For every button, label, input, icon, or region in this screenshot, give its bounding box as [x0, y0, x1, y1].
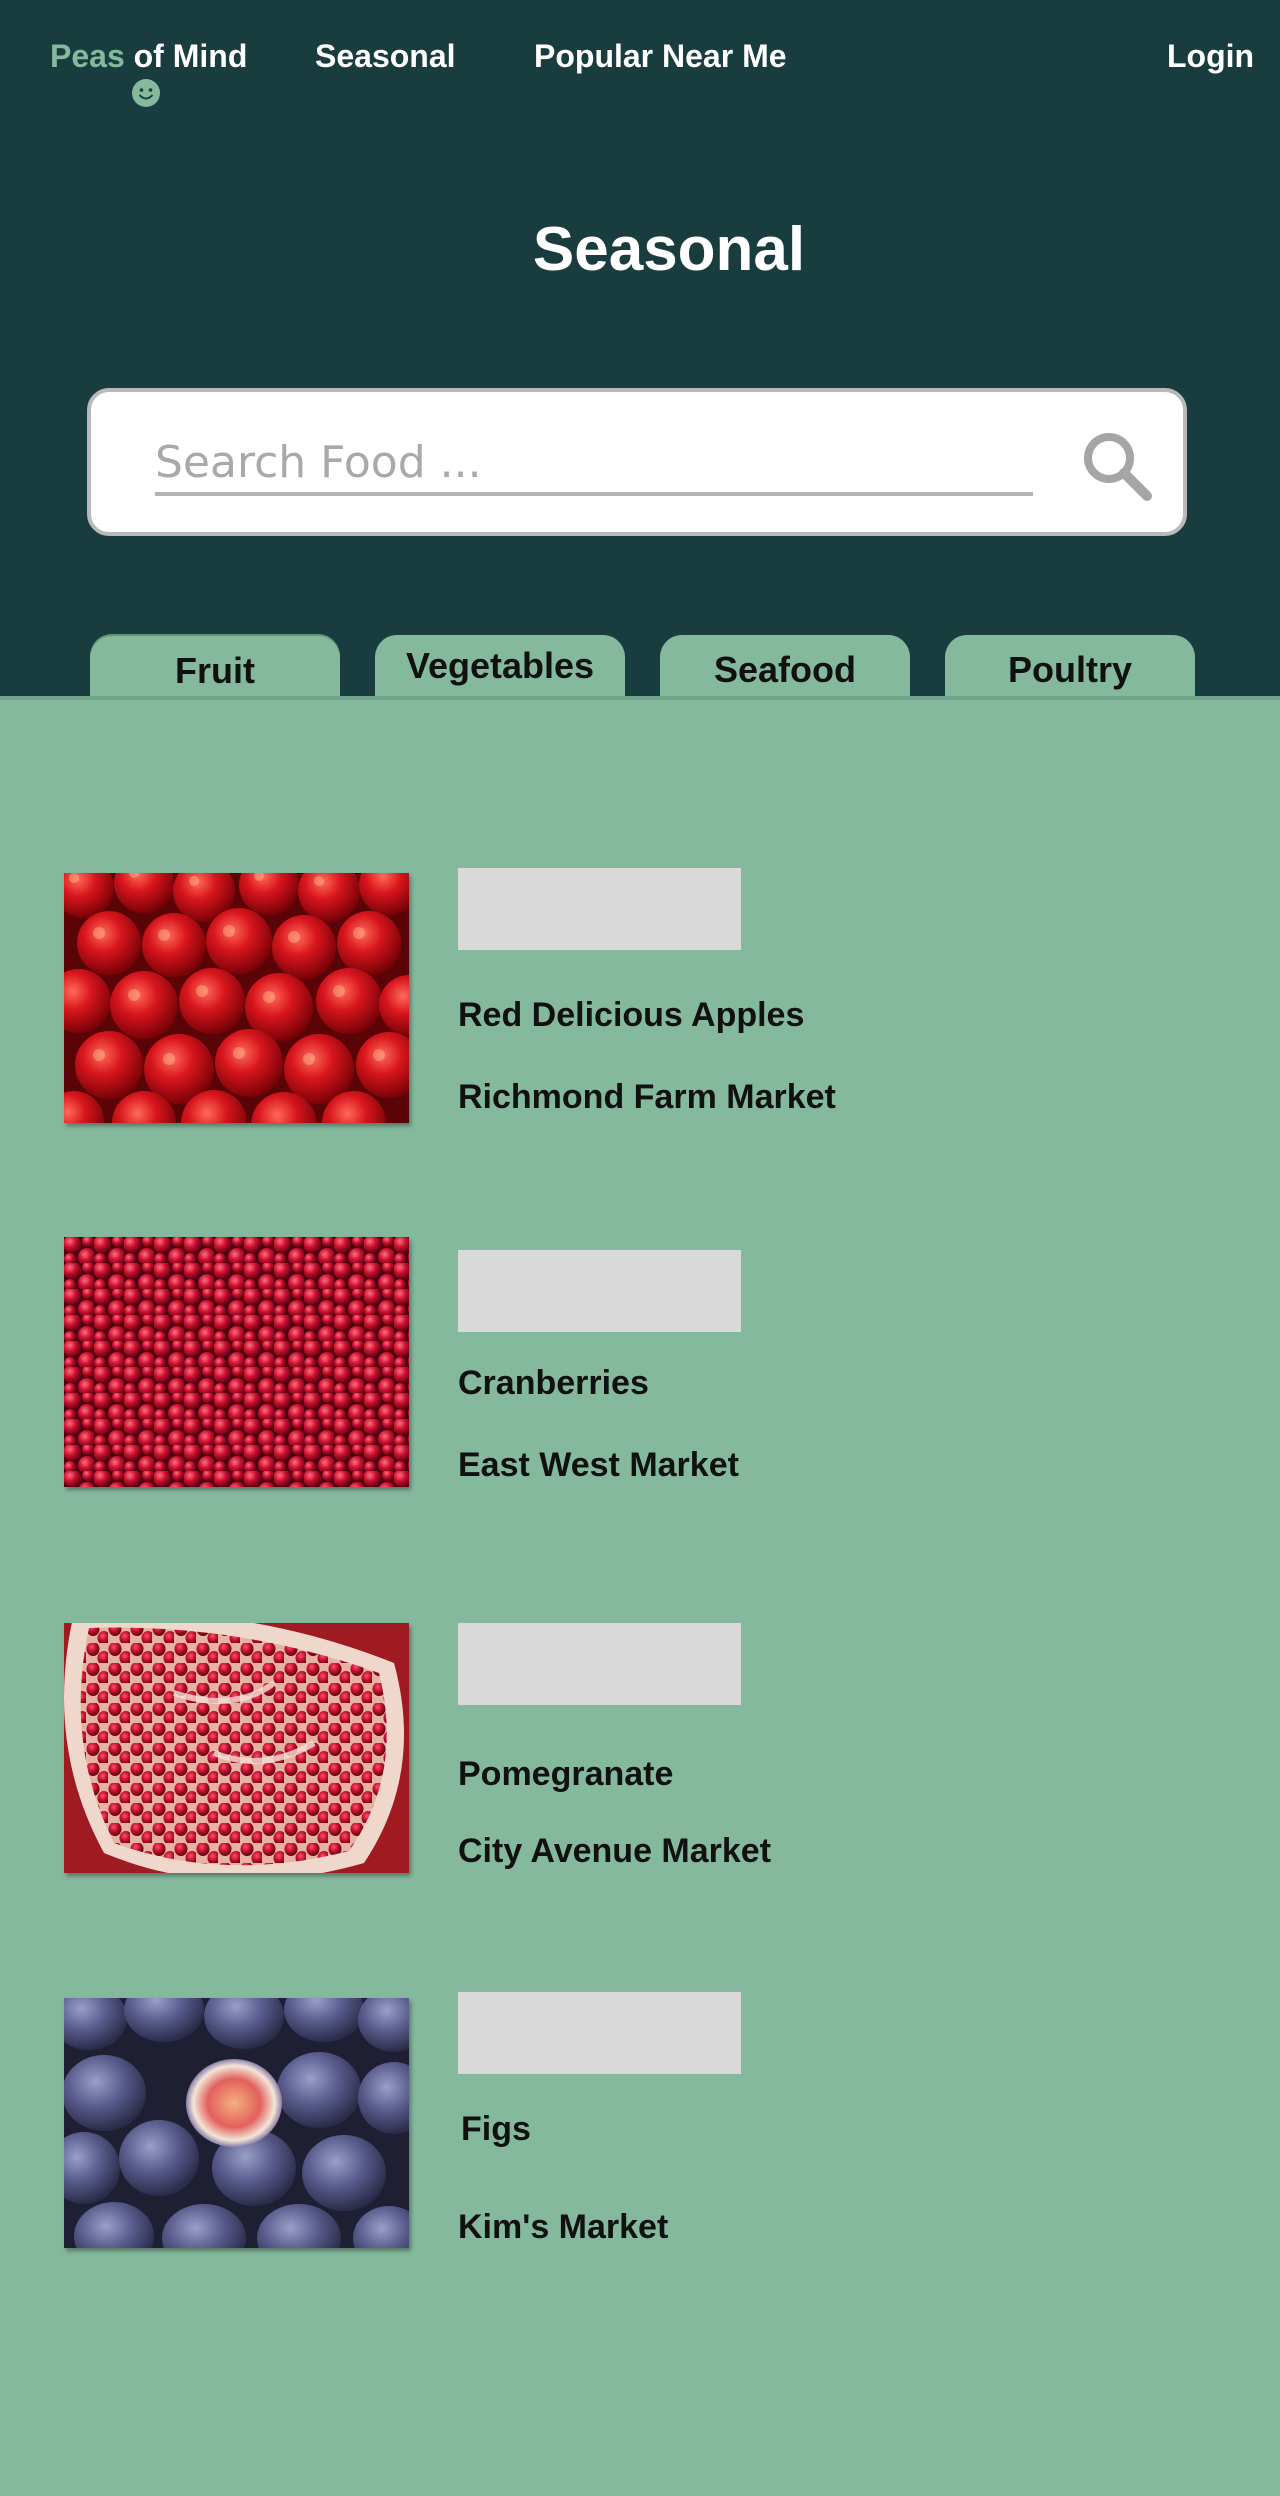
item-image-placeholder [458, 1623, 741, 1705]
item-name[interactable]: Red Delicious Apples [458, 996, 804, 1035]
tab-content-divider [0, 696, 1280, 700]
site-logo[interactable]: Peas of Mind [50, 38, 247, 75]
item-market[interactable]: Richmond Farm Market [458, 1078, 836, 1117]
search-input[interactable] [155, 432, 1033, 496]
login-link[interactable]: Login [1167, 38, 1254, 75]
apples-image[interactable] [64, 873, 409, 1123]
item-image-placeholder [458, 1992, 741, 2074]
search-icon[interactable] [1079, 428, 1155, 504]
tab-poultry[interactable]: Poultry [945, 635, 1195, 705]
pomegranate-image[interactable] [64, 1623, 409, 1873]
tab-vegetables[interactable]: Vegetables [375, 635, 625, 705]
item-name[interactable]: Figs [461, 2110, 531, 2149]
tab-seafood[interactable]: Seafood [660, 635, 910, 705]
item-name[interactable]: Pomegranate [458, 1755, 673, 1794]
smiley-icon [132, 79, 160, 107]
header-section: Peas of Mind Seasonal Popular Near Me Lo… [0, 0, 1280, 698]
item-name[interactable]: Cranberries [458, 1364, 649, 1403]
logo-rest-text: of Mind [124, 38, 248, 74]
item-image-placeholder [458, 1250, 741, 1332]
item-market[interactable]: East West Market [458, 1446, 739, 1485]
search-bar [87, 388, 1187, 536]
nav-link-seasonal[interactable]: Seasonal [315, 38, 456, 75]
item-market[interactable]: Kim's Market [458, 2208, 668, 2247]
page-title: Seasonal [532, 215, 806, 284]
nav-link-popular-near-me[interactable]: Popular Near Me [534, 38, 787, 75]
logo-peas-text: Peas [50, 38, 125, 74]
figs-image[interactable] [64, 1998, 409, 2248]
item-image-placeholder [458, 868, 741, 950]
cranberries-image[interactable] [64, 1237, 409, 1487]
item-market[interactable]: City Avenue Market [458, 1832, 771, 1871]
